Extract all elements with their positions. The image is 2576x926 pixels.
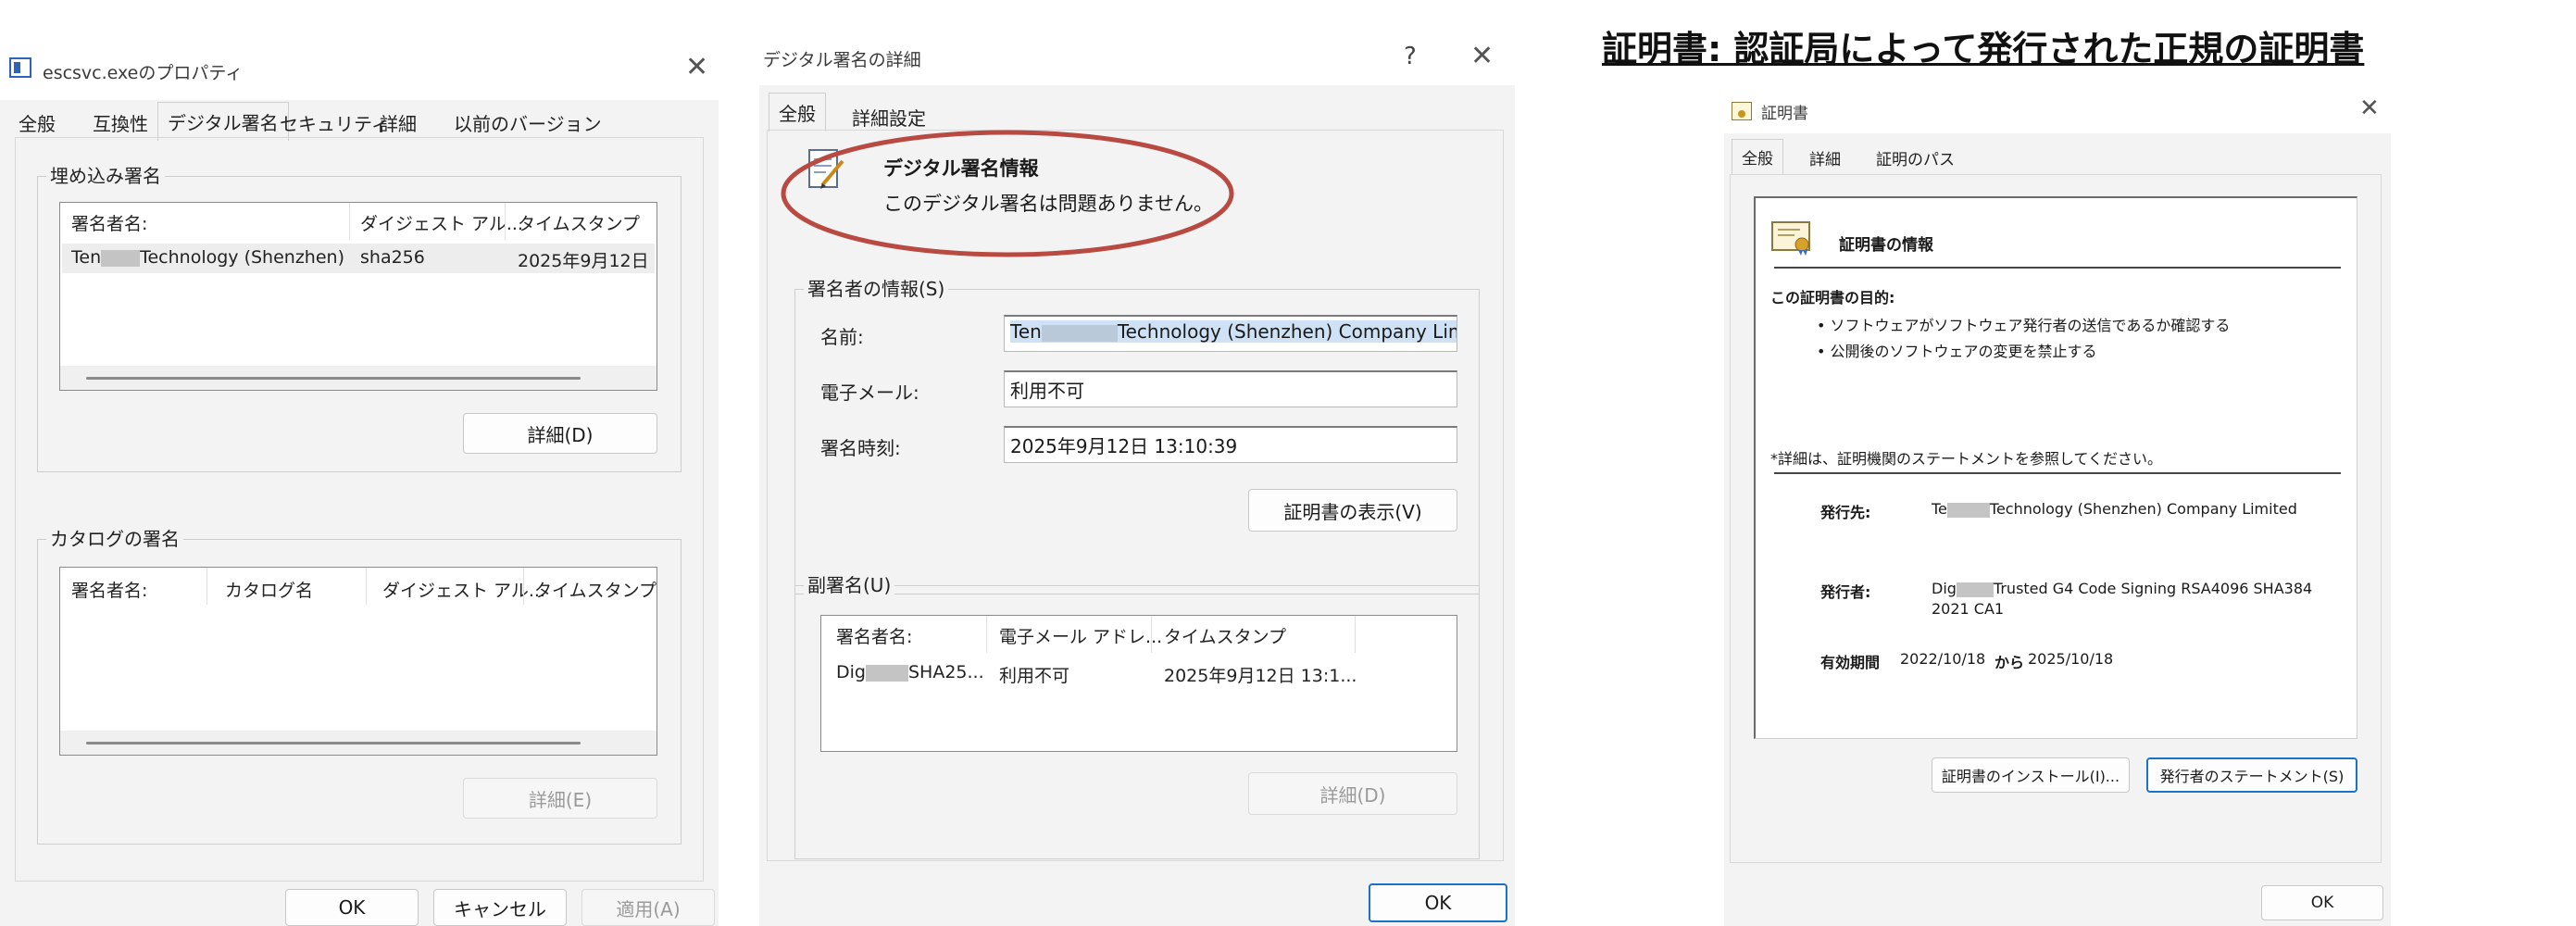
- certificate-info-title: 証明書の情報: [1839, 236, 1933, 255]
- catalog-signatures-label: カタログの署名: [46, 524, 183, 551]
- tab-security[interactable]: セキュリティ: [280, 109, 390, 136]
- help-icon[interactable]: ?: [1404, 44, 1417, 69]
- divider: [1774, 472, 2341, 474]
- signature-details-window: デジタル署名の詳細 ? ✕ 全般 詳細設定 デジタル署名情報 このデジタル署名は…: [759, 33, 1515, 926]
- embedded-signatures-label: 埋め込み署名: [46, 161, 165, 188]
- signer-email-field[interactable]: 利用不可: [1004, 370, 1457, 407]
- signing-time-label: 署名時刻:: [820, 437, 901, 459]
- close-icon[interactable]: ✕: [685, 54, 708, 81]
- ok-button[interactable]: OK: [2261, 885, 2383, 920]
- catalog-signature-list[interactable]: 署名者名: カタログ名 ダイジェスト アル... タイムスタンプ: [59, 567, 657, 756]
- issued-to-value: Te Technology (Shenzhen) Company Limited: [1932, 500, 2297, 518]
- countersignature-details-button[interactable]: 詳細(D): [1248, 772, 1457, 815]
- signer-name-field[interactable]: TenTechnology (Shenzhen) Company Limited: [1004, 315, 1457, 352]
- countersignature-list[interactable]: 署名者名: 電子メール アドレ... タイムスタンプ Dig SHA25... 利…: [820, 615, 1457, 752]
- countersignature-label: 副署名(U): [804, 570, 895, 597]
- properties-window: escsvc.exeのプロパティ ✕ 全般 互換性 デジタル署名 セキュリティ …: [0, 41, 719, 926]
- title-bar[interactable]: デジタル署名の詳細 ? ✕: [759, 33, 1515, 85]
- certificate-icon: [1732, 102, 1752, 120]
- window-title: 証明書: [1761, 105, 1808, 123]
- title-bar[interactable]: escsvc.exeのプロパティ ✕: [0, 41, 719, 100]
- email-label: 電子メール:: [820, 382, 919, 404]
- signer-info-label: 署名者の情報(S): [804, 274, 949, 301]
- column-header-digest[interactable]: ダイジェスト アル...: [382, 577, 545, 602]
- install-certificate-button[interactable]: 証明書のインストール(I)...: [1932, 757, 2130, 793]
- valid-from: 2022/10/18: [1900, 650, 1986, 668]
- column-header-signer[interactable]: 署名者名:: [71, 210, 147, 235]
- cell-timestamp: 2025年9月12日 1: [518, 251, 655, 271]
- issued-to-label: 発行先:: [1820, 504, 1871, 521]
- title-bar[interactable]: 証明書 ✕: [1724, 89, 2391, 133]
- column-header-signer[interactable]: 署名者名:: [836, 623, 912, 648]
- cell-signer-name: Dig SHA25...: [836, 662, 984, 682]
- column-header-catalog[interactable]: カタログ名: [225, 577, 313, 602]
- valid-to: 2025/10/18: [2028, 650, 2114, 668]
- catalog-details-button[interactable]: 詳細(E): [463, 778, 657, 819]
- cell-signer-name: Ten Technology (Shenzhen) ...: [71, 247, 345, 268]
- purpose-item: • ソフトウェアがソフトウェア発行者の送信であるか確認する: [1817, 317, 2231, 334]
- highlight-circle: [781, 130, 1234, 257]
- tab-details[interactable]: 詳細: [380, 109, 417, 136]
- column-header-digest[interactable]: ダイジェスト アル...: [360, 210, 523, 235]
- cancel-button[interactable]: キャンセル: [433, 889, 567, 926]
- validity-label: 有効期間: [1820, 654, 1881, 671]
- tab-previous-versions[interactable]: 以前のバージョン: [454, 109, 602, 136]
- ok-button[interactable]: OK: [285, 889, 419, 926]
- purpose-title: この証明書の目的:: [1770, 289, 1895, 307]
- column-header-email[interactable]: 電子メール アドレ...: [999, 623, 1162, 648]
- tab-general[interactable]: 全般: [1732, 139, 1783, 174]
- app-icon: [9, 57, 31, 78]
- close-icon[interactable]: ✕: [1470, 43, 1494, 70]
- view-certificate-button[interactable]: 証明書の表示(V): [1248, 489, 1457, 532]
- column-header-timestamp[interactable]: タイムスタンプ: [534, 577, 657, 602]
- cell-timestamp: 2025年9月12日 13:1...: [1164, 666, 1357, 686]
- ok-button[interactable]: OK: [1369, 883, 1507, 922]
- tab-details[interactable]: 詳細: [1809, 146, 1841, 169]
- issuer-value: Dig Trusted G4 Code Signing RSA4096 SHA38…: [1932, 580, 2313, 597]
- issuer-statement-button[interactable]: 発行者のステートメント(S): [2146, 757, 2357, 793]
- certificate-icon: [1770, 219, 1815, 256]
- column-header-signer[interactable]: 署名者名:: [71, 577, 147, 602]
- purpose-item: • 公開後のソフトウェアの変更を禁止する: [1817, 343, 2097, 360]
- redacted-text: [1041, 324, 1118, 342]
- issuer-value-line2: 2021 CA1: [1932, 600, 2005, 618]
- apply-button[interactable]: 適用(A): [581, 889, 715, 926]
- certificate-window: 証明書 ✕ 全般 詳細 証明のパス 証明書の情報 この証明書の目的: • ソフト…: [1724, 89, 2391, 926]
- redacted-text: [101, 249, 141, 267]
- divider: [1774, 267, 2341, 269]
- redacted-text: [865, 664, 908, 682]
- window-title: デジタル署名の詳細: [763, 50, 921, 70]
- redacted-text: [1946, 502, 1990, 518]
- embedded-signature-list[interactable]: 署名者名: ダイジェスト アル... タイムスタンプ Ten Technology…: [59, 202, 657, 391]
- tab-compatibility[interactable]: 互換性: [93, 109, 148, 136]
- signing-time-field[interactable]: 2025年9月12日 13:10:39: [1004, 426, 1457, 463]
- name-label: 名前:: [820, 326, 864, 348]
- tab-digital-signatures[interactable]: デジタル署名: [157, 102, 289, 141]
- valid-word: から: [1995, 654, 2025, 671]
- statement-note: *詳細は、証明機関のステートメントを参照してください。: [1770, 450, 2163, 468]
- cell-email: 利用不可: [999, 666, 1070, 686]
- scrollbar-thumb[interactable]: [86, 377, 581, 380]
- certificate-info-panel: 証明書の情報 この証明書の目的: • ソフトウェアがソフトウェア発行者の送信であ…: [1754, 196, 2357, 739]
- page-heading: 証明書: 認証局によって発行された正規の証明書: [1602, 29, 2365, 69]
- issuer-label: 発行者:: [1820, 583, 1871, 601]
- column-header-timestamp[interactable]: タイムスタンプ: [1164, 623, 1286, 648]
- tab-general[interactable]: 全般: [19, 109, 56, 136]
- scrollbar-thumb[interactable]: [86, 742, 581, 745]
- embedded-details-button[interactable]: 詳細(D): [463, 413, 657, 454]
- close-icon[interactable]: ✕: [2359, 96, 2380, 120]
- window-title: escsvc.exeのプロパティ: [43, 63, 244, 83]
- column-header-timestamp[interactable]: タイムスタンプ: [518, 210, 640, 235]
- redacted-text: [1956, 582, 1994, 597]
- cell-digest: sha256: [360, 247, 425, 268]
- tab-certification-path[interactable]: 証明のパス: [1876, 146, 1955, 169]
